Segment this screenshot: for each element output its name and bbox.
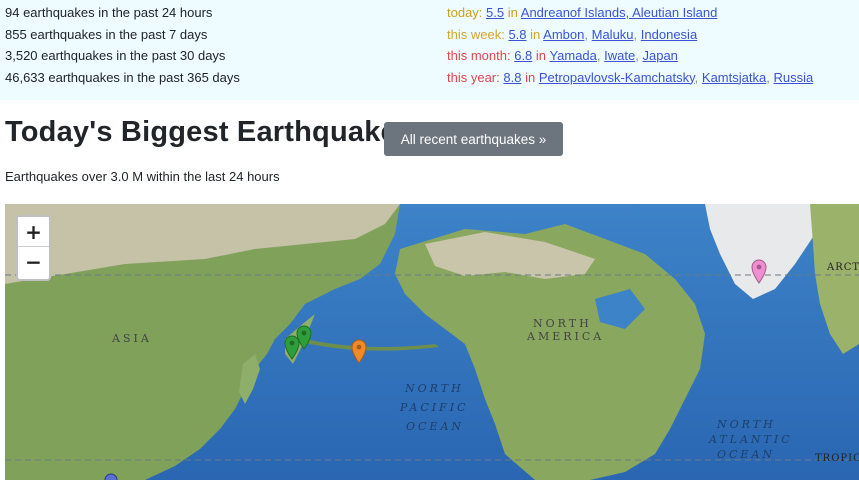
biggest-week: this week: 5.8 in Ambon, Maluku, Indones… <box>447 26 698 42</box>
month-mag-link[interactable]: 6.8 <box>514 48 532 63</box>
month-label: this month: <box>447 48 511 63</box>
week-place-link-1[interactable]: Ambon <box>543 27 584 42</box>
zoom-in-button[interactable]: + <box>18 217 49 247</box>
week-place-link-2[interactable]: Maluku <box>592 27 634 42</box>
count-30d: 3,520 earthquakes in the past 30 days <box>5 48 226 63</box>
today-place-link[interactable]: Andreanof Islands, Aleutian Island <box>521 5 718 20</box>
label-atlantic-3: OCEAN <box>717 448 776 461</box>
today-label: today: <box>447 5 483 20</box>
today-in: in <box>507 5 518 20</box>
stats-biggest: today: 5.5 in Andreanof Islands, Aleutia… <box>447 2 813 88</box>
page-title: Today's Biggest Earthquakes <box>5 116 414 148</box>
map-subtitle: Earthquakes over 3.0 M within the last 2… <box>5 169 280 184</box>
month-place-link-3[interactable]: Japan <box>642 48 677 63</box>
all-recent-earthquakes-button[interactable]: All recent earthquakes » <box>384 122 563 156</box>
count-7d: 855 earthquakes in the past 7 days <box>5 26 208 42</box>
label-pacific-1: NORTH <box>405 382 464 395</box>
earthquake-map[interactable]: ASIA NORTH AMERICA NORTH PACIFIC OCEAN N… <box>5 204 859 480</box>
label-asia: ASIA <box>112 332 152 345</box>
label-arctic: ARCTI <box>827 262 859 273</box>
zoom-control: + − <box>16 215 51 281</box>
zoom-out-button[interactable]: − <box>18 247 49 277</box>
month-place-link-1[interactable]: Yamada <box>549 48 596 63</box>
label-north-america-1: NORTH <box>533 317 592 330</box>
earthquake-stats-panel: 94 earthquakes in the past 24 hours 855 … <box>0 0 859 100</box>
today-mag-link[interactable]: 5.5 <box>486 5 504 20</box>
count-365d: 46,633 earthquakes in the past 365 days <box>5 69 240 85</box>
month-in: in <box>535 48 547 63</box>
label-tropic: TROPIC <box>815 453 859 464</box>
count-24h: 94 earthquakes in the past 24 hours <box>5 5 213 20</box>
stats-counts: 94 earthquakes in the past 24 hours 855 … <box>5 2 240 88</box>
year-place-link-3[interactable]: Russia <box>773 70 813 85</box>
year-place-link-1[interactable]: Petropavlovsk-Kamchatsky <box>539 70 695 85</box>
week-place-link-3[interactable]: Indonesia <box>641 27 697 42</box>
year-mag-link[interactable]: 8.8 <box>503 70 521 85</box>
label-north-america-2: AMERICA <box>527 330 605 343</box>
month-place-link-2[interactable]: Iwate <box>604 48 635 63</box>
label-pacific-3: OCEAN <box>406 420 465 433</box>
biggest-year: this year: 8.8 in Petropavlovsk-Kamchats… <box>447 69 814 85</box>
week-label: this week: <box>447 26 505 42</box>
label-pacific-2: PACIFIC <box>400 401 469 414</box>
biggest-month: this month: 6.8 in Yamada, Iwate, Japan <box>447 48 678 63</box>
week-in: in <box>530 26 541 42</box>
biggest-today: today: 5.5 in Andreanof Islands, Aleutia… <box>447 2 813 24</box>
week-mag-link[interactable]: 5.8 <box>508 27 526 42</box>
year-label: this year: <box>447 69 500 85</box>
year-place-link-2[interactable]: Kamtsjatka <box>702 70 766 85</box>
label-atlantic-1: NORTH <box>717 418 776 431</box>
year-in: in <box>525 69 536 85</box>
label-atlantic-2: ATLANTIC <box>709 433 793 446</box>
